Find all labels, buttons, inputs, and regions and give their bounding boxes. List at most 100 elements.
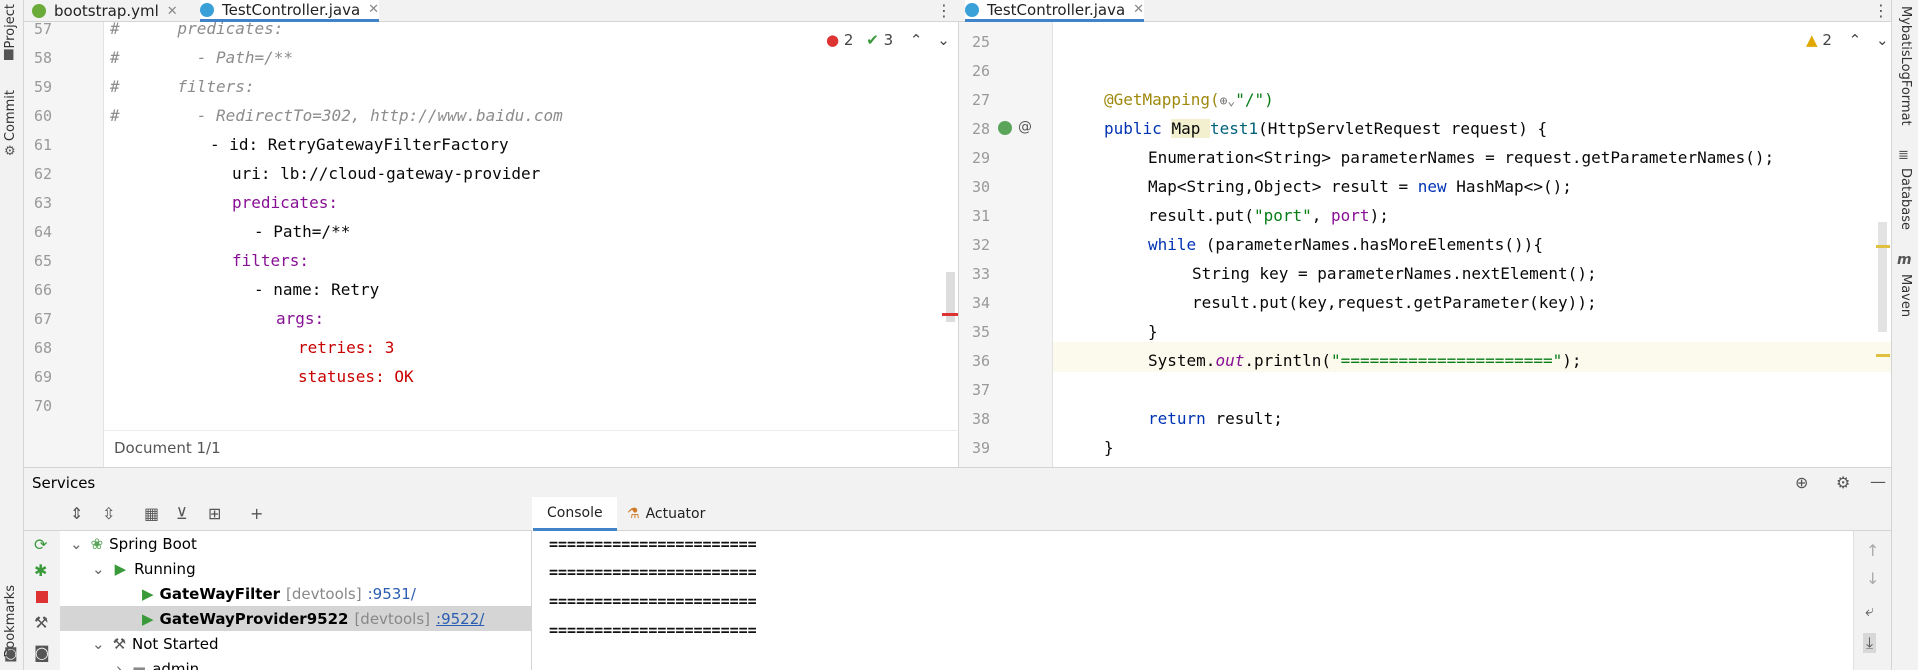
soft-wrap-icon[interactable]: ⤶: [1865, 601, 1874, 621]
arrow-up-icon[interactable]: ↑: [1866, 541, 1879, 560]
code-line: - name: Retry: [254, 280, 380, 299]
prev-highlight-icon[interactable]: ⌃: [910, 31, 923, 49]
console-tab-bar: Console ⚗ Actuator: [533, 497, 1891, 531]
code-line: while (parameterNames.hasMoreElements())…: [1148, 235, 1543, 254]
tab-menu-icon[interactable]: ⋮: [936, 1, 952, 20]
code-line: filters:: [232, 251, 310, 270]
tab-menu-icon[interactable]: ⋮: [1873, 1, 1889, 20]
document-status: Document 1/1: [114, 439, 221, 457]
tree-item-gateway-filter[interactable]: ▶ GateWayFilter [devtools] :9531/: [60, 581, 532, 606]
right-inspection-widget[interactable]: ▲ 2 ⌃ ⌄: [1806, 31, 1889, 49]
line-number: 67: [33, 310, 52, 328]
code-line: }: [1148, 322, 1158, 341]
line-number: 26: [971, 62, 990, 80]
left-editor-breadcrumb-bar: Document 1/1: [104, 430, 959, 467]
spring-boot-icon: ❀: [90, 534, 104, 553]
code-line: args:: [276, 309, 325, 328]
line-number: 36: [971, 352, 990, 370]
close-icon[interactable]: ✕: [167, 4, 178, 19]
line-number: 65: [33, 252, 52, 270]
line-number: 33: [971, 265, 990, 283]
line-number: 62: [33, 165, 52, 183]
java-class-icon: [965, 2, 979, 17]
code-line: retries: 3: [298, 338, 395, 357]
camera-icon[interactable]: ◙: [4, 646, 18, 662]
database-tool-tab[interactable]: Database: [1898, 168, 1913, 230]
code-line: result.put(key,request.getParameter(key)…: [1192, 293, 1597, 312]
annotation-gutter-icon[interactable]: @: [1018, 119, 1032, 135]
right-tool-strip: MybatisLogFormat ≣ Database m Maven: [1891, 0, 1918, 670]
add-service-icon[interactable]: +: [250, 504, 263, 523]
code-line: # - RedirectTo=302, http://www.baidu.com: [110, 106, 563, 125]
left-tool-strip: ▆ Project Commit ⚙ Bookmarks ◙: [0, 0, 24, 670]
line-number: 70: [33, 397, 52, 415]
line-number: 38: [971, 410, 990, 428]
check-icon: ✔: [866, 31, 879, 49]
target-icon[interactable]: ⊕: [1795, 473, 1808, 492]
code-line: public Map test1(HttpServletRequest requ…: [1104, 119, 1548, 138]
minimize-icon[interactable]: —: [1870, 472, 1886, 491]
wrench-icon[interactable]: ⚒: [34, 613, 48, 632]
chevron-down-icon[interactable]: ⌄: [92, 635, 105, 653]
line-number: 28: [971, 120, 990, 138]
warning-stripe-mark[interactable]: [1876, 245, 1890, 248]
line-number: 30: [971, 178, 990, 196]
line-number: 34: [971, 294, 990, 312]
code-line: System.out.println("====================…: [1148, 351, 1582, 370]
console-output[interactable]: ======================= ================…: [533, 531, 1853, 670]
stop-icon[interactable]: [36, 591, 48, 603]
line-number: 68: [33, 339, 52, 357]
new-tab-icon[interactable]: ⊞: [208, 504, 221, 523]
camera-icon[interactable]: ◙: [34, 643, 50, 662]
rerun-icon[interactable]: ⟳: [34, 535, 47, 554]
tree-item-spring-boot[interactable]: ⌄ ❀ Spring Boot: [60, 531, 532, 556]
arrow-down-icon[interactable]: ↓: [1866, 569, 1879, 588]
chevron-down-icon[interactable]: ⌄: [92, 560, 105, 578]
right-scrollbar-thumb[interactable]: [1878, 222, 1887, 332]
tab-actuator[interactable]: ⚗ Actuator: [627, 497, 705, 531]
maven-tool-tab[interactable]: Maven: [1898, 274, 1913, 317]
line-number: 35: [971, 323, 990, 341]
database-icon[interactable]: ≣: [1898, 148, 1909, 163]
left-gutter-footer: [24, 430, 104, 467]
code-line: uri: lb://cloud-gateway-provider: [232, 164, 541, 183]
chevron-right-icon[interactable]: ›: [116, 660, 122, 670]
code-line: Map<String,Object> result = new HashMap<…: [1148, 177, 1572, 196]
tab-console[interactable]: Console: [533, 497, 617, 531]
tree-item-not-started[interactable]: ⌄ ⚒ Not Started: [60, 631, 532, 656]
maven-icon[interactable]: m: [1897, 252, 1912, 268]
tree-item-running[interactable]: ⌄ ▶ Running: [60, 556, 532, 581]
error-stripe-mark[interactable]: [942, 313, 958, 316]
close-icon[interactable]: ✕: [1133, 2, 1144, 17]
debug-icon[interactable]: ✱: [34, 561, 47, 580]
left-inspection-widget[interactable]: ● 2 ✔ 3 ⌃ ⌄: [826, 31, 950, 49]
actuator-icon: ⚗: [627, 506, 640, 522]
console-side-toolbar: ↑ ↓ ⤶ ⤓: [1853, 531, 1891, 670]
collapse-all-icon[interactable]: ⇳: [102, 504, 115, 523]
code-line: # filters:: [110, 77, 255, 96]
warning-stripe-mark[interactable]: [1876, 354, 1890, 357]
code-line: }: [1104, 438, 1114, 457]
tree-item-gateway-provider[interactable]: ▶ GateWayProvider9522 [devtools] :9522/: [60, 606, 532, 631]
folder-icon: ▬: [132, 659, 147, 670]
chevron-down-icon[interactable]: ⌄: [70, 535, 83, 553]
tab-test-controller-right[interactable]: TestController.java ✕: [965, 0, 1145, 22]
prev-highlight-icon[interactable]: ⌃: [1849, 31, 1862, 49]
right-editor-tab-bar: TestController.java ✕ ⋮: [959, 0, 1891, 22]
close-icon[interactable]: ✕: [368, 2, 379, 17]
console-line: =======================: [549, 563, 757, 581]
scroll-to-end-icon[interactable]: ⤓: [1863, 633, 1877, 653]
mybatis-log-tool-tab[interactable]: MybatisLogFormat: [1898, 6, 1913, 126]
spring-bean-gutter-icon[interactable]: [998, 121, 1012, 135]
tree-item-admin[interactable]: › ▬ admin: [60, 656, 532, 670]
gear-icon[interactable]: ⚙: [1836, 473, 1850, 492]
error-icon: ●: [826, 31, 840, 49]
filter-icon[interactable]: ⊻: [176, 504, 188, 523]
next-highlight-icon[interactable]: ⌄: [1876, 31, 1889, 49]
expand-all-icon[interactable]: ⇕: [70, 504, 83, 523]
java-class-icon: [200, 2, 214, 17]
group-icon[interactable]: ▦: [144, 504, 159, 523]
line-number: 58: [33, 49, 52, 67]
code-line: Enumeration<String> parameterNames = req…: [1148, 148, 1775, 167]
globe-icon[interactable]: ⊕⌄: [1220, 94, 1236, 109]
